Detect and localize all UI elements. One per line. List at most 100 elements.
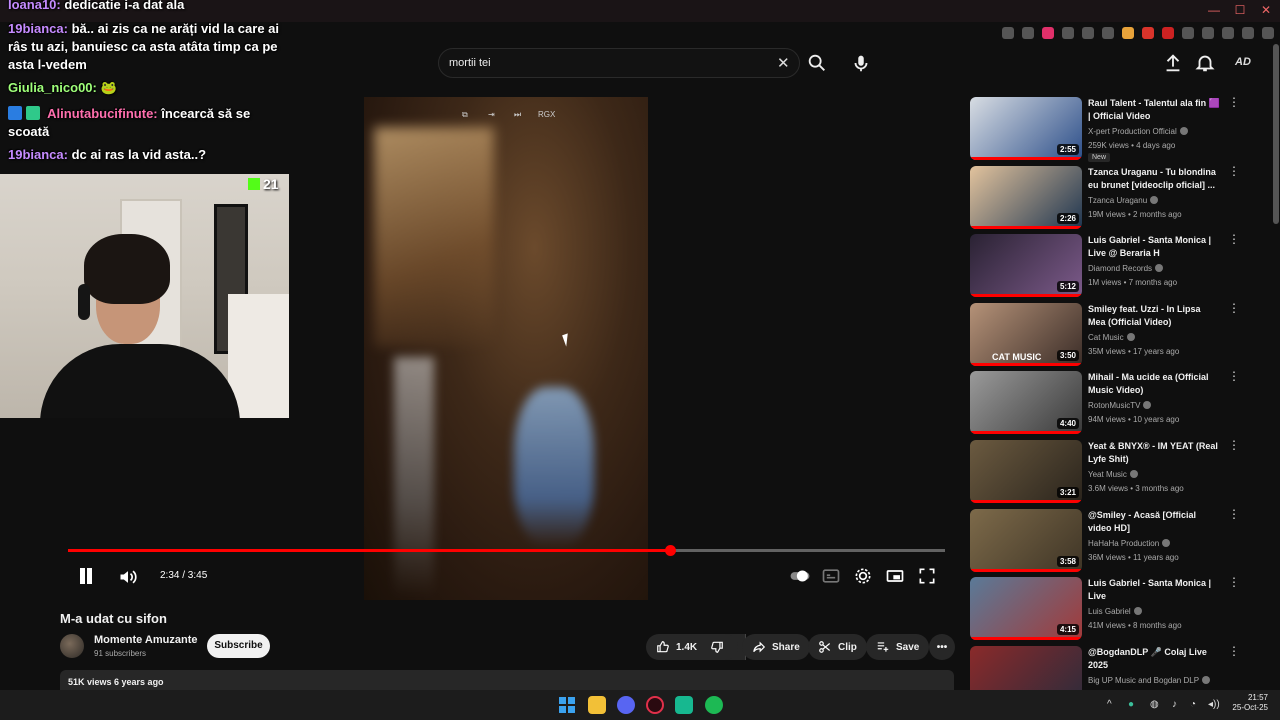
streaming-app-icon[interactable]	[675, 696, 693, 714]
extension-s-icon[interactable]	[1162, 27, 1174, 39]
search-input[interactable]: mortii tei	[449, 57, 491, 69]
more-options-icon[interactable]: ⋮	[1228, 96, 1240, 108]
windows-start-icon[interactable]	[558, 696, 576, 714]
recommendation-item[interactable]: 4:15 Luis Gabriel - Santa Monica | Live Lu…	[970, 576, 1260, 641]
picture-in-picture-icon[interactable]: ⧉	[462, 110, 468, 124]
more-options-icon[interactable]: ⋮	[1228, 576, 1240, 588]
shield-icon[interactable]	[1182, 27, 1194, 39]
extension-orange-icon[interactable]	[1122, 27, 1134, 39]
theater-mode-icon[interactable]	[885, 566, 905, 586]
heart-icon[interactable]	[1082, 27, 1094, 39]
page-scrollbar[interactable]	[1273, 44, 1279, 224]
pocket-icon[interactable]	[1042, 27, 1054, 39]
video-player[interactable]	[364, 97, 648, 600]
channel-name[interactable]: Momente Amuzante	[94, 634, 198, 646]
recommendation-title[interactable]: Luis Gabriel - Santa Monica | Live @ Ber…	[1088, 234, 1220, 260]
share-button[interactable]: Share	[742, 634, 810, 660]
recommendation-item[interactable]: 2:55 Raul Talent - Talentul ala fin 🟪 | O…	[970, 96, 1260, 162]
extension-red-icon[interactable]	[1142, 27, 1154, 39]
more-options-icon[interactable]: ⋮	[1228, 439, 1240, 451]
recommendation-item[interactable]: 3:50 CAT MUSIC Smiley feat. Uzzi - In Lips…	[970, 302, 1260, 367]
maximize-button[interactable]: ☐	[1234, 3, 1246, 17]
tray-chevron-icon[interactable]: ^	[1107, 699, 1112, 710]
recommendation-title[interactable]: Raul Talent - Talentul ala fin 🟪 | Offic…	[1088, 97, 1220, 123]
recommendation-thumbnail[interactable]: 3:50 CAT MUSIC	[970, 303, 1082, 366]
recommendation-thumbnail[interactable]: 4:15	[970, 577, 1082, 640]
more-options-icon[interactable]: ⋮	[1228, 508, 1240, 520]
recommendation-item[interactable]: 3:58 @Smiley - Acasă [Official video HD] H…	[970, 508, 1260, 573]
recommendation-channel[interactable]: X-pert Production Official	[1088, 127, 1238, 136]
recommendation-title[interactable]: Smiley feat. Uzzi - In Lipsa Mea (Offici…	[1088, 303, 1220, 329]
recommendation-title[interactable]: Luis Gabriel - Santa Monica | Live	[1088, 577, 1220, 603]
tray-discord-icon[interactable]: ◍	[1150, 699, 1159, 710]
opera-gx-icon[interactable]	[646, 696, 664, 714]
play-icon[interactable]	[1062, 27, 1074, 39]
captions-icon[interactable]	[821, 566, 841, 586]
taskbar-clock[interactable]: 21:57 25-Oct-25	[1230, 693, 1268, 713]
wifi-icon[interactable]: ◔	[1190, 699, 1196, 710]
sidebar-icon[interactable]	[1242, 27, 1254, 39]
clear-search-icon[interactable]: ✕	[777, 54, 790, 72]
description-box[interactable]: 51K views 6 years ago	[60, 670, 954, 690]
screenshot-icon[interactable]	[1022, 27, 1034, 39]
more-actions-button[interactable]: •••	[929, 634, 955, 660]
recommendation-thumbnail[interactable]: 4:40	[970, 371, 1082, 434]
more-options-icon[interactable]: ⋮	[1228, 165, 1240, 177]
save-button[interactable]: Save	[866, 634, 930, 660]
recommendation-thumbnail[interactable]: 5:12	[970, 234, 1082, 297]
more-options-icon[interactable]: ⋮	[1228, 302, 1240, 314]
recommendation-item[interactable]: 2:26 Tzanca Uraganu - Tu blondina eu brun…	[970, 165, 1260, 230]
more-options-icon[interactable]: ⋮	[1228, 233, 1240, 245]
fullscreen-icon[interactable]	[917, 566, 937, 586]
recommendation-channel[interactable]: Cat Music	[1088, 333, 1238, 342]
notifications-bell-icon[interactable]	[1194, 52, 1216, 74]
video-progress-bar[interactable]	[68, 545, 945, 556]
recommendation-title[interactable]: Yeat & BNYX® - IM YEAT (Real Lyfe Shit)	[1088, 440, 1220, 466]
recommendation-channel[interactable]: Diamond Records	[1088, 264, 1238, 273]
recommendation-thumbnail[interactable]: 3:21	[970, 440, 1082, 503]
recommendation-channel[interactable]: RotonMusicTV	[1088, 401, 1238, 410]
dislike-button[interactable]	[700, 634, 738, 660]
recommendation-thumbnail[interactable]: 2:55	[970, 97, 1082, 160]
close-window-button[interactable]: ✕	[1260, 3, 1272, 17]
pause-button[interactable]	[76, 566, 96, 586]
more-options-icon[interactable]: ⋮	[1228, 370, 1240, 382]
volume-icon[interactable]	[118, 567, 138, 587]
recommendation-item[interactable]: 3:21 Yeat & BNYX® - IM YEAT (Real Lyfe Sh…	[970, 439, 1260, 504]
subscribe-button[interactable]: Subscribe	[207, 634, 270, 658]
upload-icon[interactable]	[1162, 52, 1184, 74]
recommendation-channel[interactable]: Big UP Music and Bogdan DLP	[1088, 676, 1238, 685]
recommendation-title[interactable]: @BogdanDLP 🎤 Colaj Live 2025	[1088, 646, 1220, 672]
discord-icon[interactable]	[617, 696, 635, 714]
recommendation-thumbnail[interactable]: 2:26	[970, 166, 1082, 229]
minimize-button[interactable]: —	[1208, 3, 1220, 17]
skip-icon[interactable]: ⏭	[514, 110, 521, 124]
recommendation-title[interactable]: Tzanca Uraganu - Tu blondina eu brunet […	[1088, 166, 1220, 192]
recommendation-thumbnail[interactable]: 3:58	[970, 509, 1082, 572]
spotify-icon[interactable]	[705, 696, 723, 714]
account-avatar[interactable]: AD	[1232, 51, 1254, 73]
speaker-icon[interactable]: ◂))	[1208, 699, 1220, 710]
microphone-icon[interactable]	[850, 52, 872, 74]
recommendation-item[interactable]: 5:12 Luis Gabriel - Santa Monica | Live @…	[970, 233, 1260, 298]
recommendation-channel[interactable]: HaHaHa Production	[1088, 539, 1238, 548]
history-icon[interactable]	[1102, 27, 1114, 39]
recommendation-channel[interactable]: Tzanca Uraganu	[1088, 196, 1238, 205]
menu-icon[interactable]	[1262, 27, 1274, 39]
channel-avatar[interactable]	[60, 634, 84, 658]
clip-button[interactable]: Clip	[808, 634, 867, 660]
exit-icon[interactable]: ⇥	[488, 110, 495, 124]
more-options-icon[interactable]: ⋮	[1228, 645, 1240, 657]
tray-mic-icon[interactable]: ♪	[1172, 699, 1177, 710]
file-explorer-icon[interactable]	[588, 696, 606, 714]
progress-scrubber[interactable]	[664, 545, 676, 556]
settings-gear-icon[interactable]	[853, 566, 873, 586]
puzzle-icon[interactable]	[1222, 27, 1234, 39]
vpn-icon[interactable]	[1202, 27, 1214, 39]
recommendation-title[interactable]: Mihail - Ma ucide ea (Official Music Vid…	[1088, 371, 1220, 397]
recommendation-item[interactable]: 4:40 Mihail - Ma ucide ea (Official Music…	[970, 370, 1260, 435]
recommendation-channel[interactable]: Luis Gabriel	[1088, 607, 1238, 616]
tray-app-icon[interactable]: ●	[1128, 699, 1134, 710]
recommendation-channel[interactable]: Yeat Music	[1088, 470, 1238, 479]
autoplay-toggle[interactable]	[789, 566, 811, 586]
